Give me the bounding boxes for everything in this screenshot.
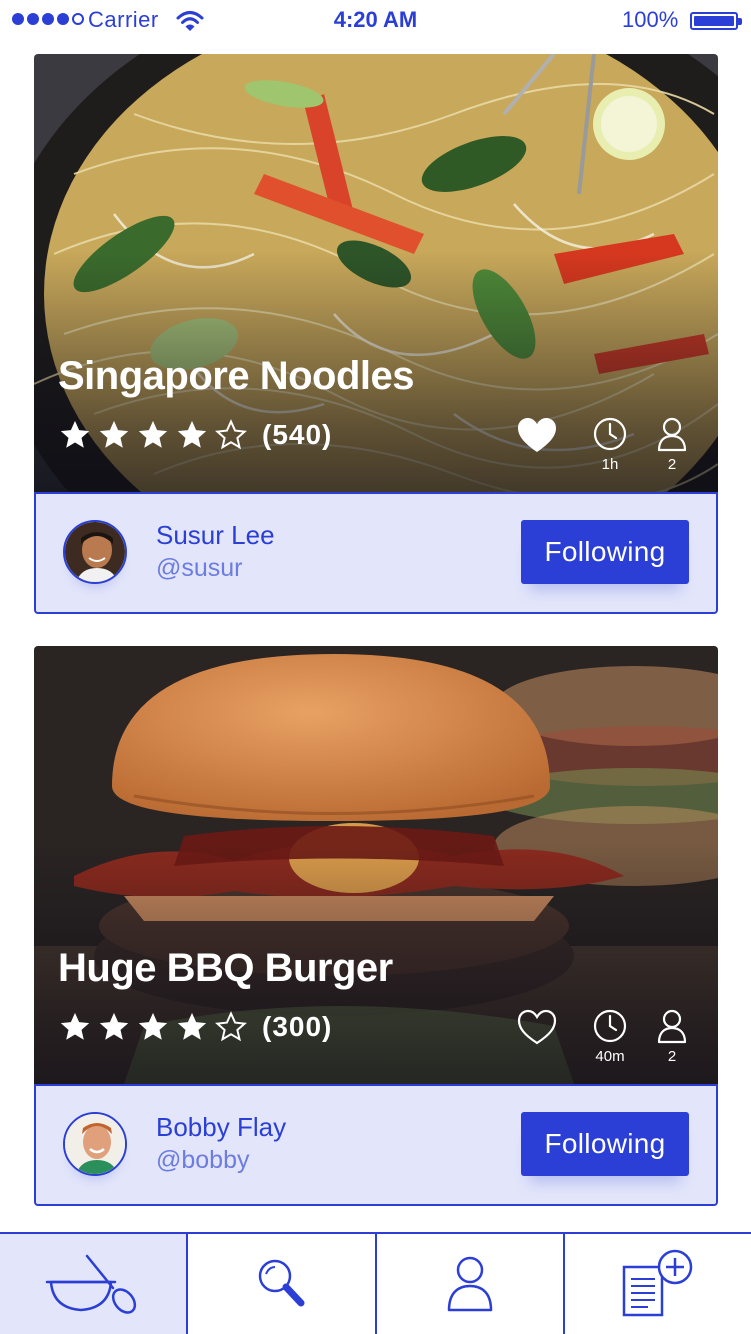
recipe-card[interactable]: Singapore Noodles (540) 1h 2 Susur Lee @… — [34, 54, 718, 614]
author-photo-susur — [65, 522, 125, 582]
profile-icon — [447, 1256, 492, 1312]
tab-add-recipe[interactable] — [564, 1234, 751, 1334]
tab-profile[interactable] — [376, 1234, 565, 1334]
add-recipe-icon — [622, 1249, 693, 1317]
battery-percentage: 100% — [622, 7, 679, 32]
star-filled-icon — [138, 420, 168, 448]
favorite-button[interactable] — [514, 1008, 560, 1046]
tab-bar — [0, 1232, 751, 1334]
author-bar: Susur Lee @susur Following — [34, 492, 718, 614]
author-name[interactable]: Susur Lee — [156, 520, 275, 551]
heart-filled-icon — [518, 418, 556, 452]
person-icon — [657, 417, 687, 452]
servings-label: 2 — [667, 456, 677, 473]
author-name[interactable]: Bobby Flay — [156, 1112, 286, 1143]
author-bar: Bobby Flay @bobby Following — [34, 1084, 718, 1206]
tab-search[interactable] — [188, 1234, 377, 1334]
servings-label: 2 — [667, 1048, 677, 1065]
rating-count: (300) — [262, 1011, 333, 1042]
servings: 2 — [649, 416, 695, 473]
clock-icon — [593, 417, 627, 451]
cook-time: 1h — [587, 416, 633, 473]
tab-recipes[interactable] — [0, 1234, 189, 1334]
heart-outline-icon — [517, 1009, 557, 1045]
star-empty-icon — [215, 1011, 247, 1042]
star-rating — [58, 418, 248, 452]
author-handle[interactable]: @bobby — [156, 1146, 250, 1175]
avatar[interactable] — [63, 1112, 127, 1176]
recipe-photo-noodles[interactable]: Singapore Noodles (540) 1h 2 — [34, 54, 718, 492]
servings: 2 — [649, 1008, 695, 1065]
star-filled-icon — [177, 420, 207, 448]
recipe-photo-burger[interactable]: Huge BBQ Burger (300) 40m 2 — [34, 646, 718, 1084]
star-filled-icon — [138, 1012, 168, 1040]
star-filled-icon — [99, 1012, 129, 1040]
star-empty-icon — [215, 419, 247, 450]
favorite-button[interactable] — [514, 416, 560, 454]
star-filled-icon — [60, 1012, 90, 1040]
star-rating — [58, 1010, 248, 1044]
recipe-card[interactable]: Huge BBQ Burger (300) 40m 2 Bobby Flay @… — [34, 646, 718, 1206]
following-button[interactable]: Following — [521, 1112, 689, 1176]
cook-time-label: 1h — [601, 456, 619, 473]
author-photo-bobby — [65, 1114, 125, 1174]
person-icon — [657, 1009, 687, 1044]
star-filled-icon — [177, 1012, 207, 1040]
cook-time: 40m — [587, 1008, 633, 1065]
star-filled-icon — [60, 420, 90, 448]
following-button[interactable]: Following — [521, 520, 689, 584]
search-icon — [259, 1259, 305, 1307]
rating-count: (540) — [262, 419, 333, 450]
battery-icon — [690, 12, 742, 30]
author-handle[interactable]: @susur — [156, 554, 243, 583]
recipe-title[interactable]: Singapore Noodles — [58, 354, 415, 399]
clock-icon — [593, 1009, 627, 1043]
bowl-spoon-icon — [45, 1254, 137, 1314]
star-filled-icon — [99, 420, 129, 448]
avatar[interactable] — [63, 520, 127, 584]
cook-time-label: 40m — [595, 1048, 625, 1065]
status-bar: Carrier 4:20 AM 100% — [0, 0, 751, 42]
recipe-title[interactable]: Huge BBQ Burger — [58, 946, 393, 991]
